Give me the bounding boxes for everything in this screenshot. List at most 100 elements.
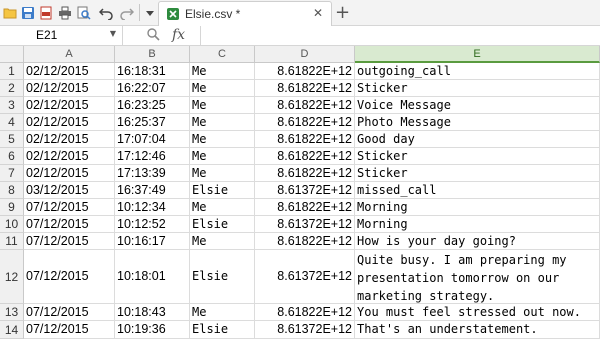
cell-b10[interactable]: 10:12:52 (115, 216, 190, 233)
cell-b3[interactable]: 16:23:25 (115, 97, 190, 114)
cell-e9[interactable]: Morning (355, 199, 600, 216)
cell-d1[interactable]: 8.61822E+12 (255, 63, 355, 80)
row-header[interactable]: 2 (0, 80, 24, 97)
cell-c2[interactable]: Me (190, 80, 255, 97)
cell-c1[interactable]: Me (190, 63, 255, 80)
cell-c11[interactable]: Me (190, 233, 255, 250)
row-header[interactable]: 3 (0, 97, 24, 114)
row-header[interactable]: 10 (0, 216, 24, 233)
cell-e2[interactable]: Sticker (355, 80, 600, 97)
cell-b13[interactable]: 10:18:43 (115, 304, 190, 321)
cell-a13[interactable]: 07/12/2015 (24, 304, 115, 321)
cell-c7[interactable]: Me (190, 165, 255, 182)
cell-d10[interactable]: 8.61372E+12 (255, 216, 355, 233)
cell-b4[interactable]: 16:25:37 (115, 114, 190, 131)
cell-b14[interactable]: 10:19:36 (115, 321, 190, 339)
cell-c6[interactable]: Me (190, 148, 255, 165)
cell-c14[interactable]: Elsie (190, 321, 255, 339)
save-icon[interactable] (20, 5, 35, 20)
column-header-e[interactable]: E (355, 46, 600, 63)
zoom-icon[interactable] (147, 28, 160, 44)
dropdown-icon[interactable] (142, 5, 157, 20)
cell-c4[interactable]: Me (190, 114, 255, 131)
row-header[interactable]: 13 (0, 304, 24, 321)
cell-a2[interactable]: 02/12/2015 (24, 80, 115, 97)
cell-d7[interactable]: 8.61822E+12 (255, 165, 355, 182)
cell-d5[interactable]: 8.61822E+12 (255, 131, 355, 148)
column-header-c[interactable]: C (190, 46, 255, 63)
cell-b12[interactable]: 10:18:01 (115, 250, 190, 304)
row-header[interactable]: 9 (0, 199, 24, 216)
cell-d2[interactable]: 8.61822E+12 (255, 80, 355, 97)
cell-c3[interactable]: Me (190, 97, 255, 114)
cell-a8[interactable]: 03/12/2015 (24, 182, 115, 199)
folder-icon[interactable] (2, 5, 17, 20)
cell-d4[interactable]: 8.61822E+12 (255, 114, 355, 131)
cell-a5[interactable]: 02/12/2015 (24, 131, 115, 148)
redo-icon[interactable] (119, 5, 134, 20)
name-box[interactable]: E21 ▼ (0, 26, 123, 46)
row-header[interactable]: 12 (0, 250, 24, 304)
row-header[interactable]: 11 (0, 233, 24, 250)
cell-c5[interactable]: Me (190, 131, 255, 148)
select-all-corner[interactable] (0, 46, 24, 63)
cell-e1[interactable]: outgoing_call (355, 63, 600, 80)
cell-e11[interactable]: How is your day going? (355, 233, 600, 250)
cell-a12[interactable]: 07/12/2015 (24, 250, 115, 304)
cell-e4[interactable]: Photo Message (355, 114, 600, 131)
cell-e7[interactable]: Sticker (355, 165, 600, 182)
cell-d8[interactable]: 8.61372E+12 (255, 182, 355, 199)
cell-c12[interactable]: Elsie (190, 250, 255, 304)
cell-b11[interactable]: 10:16:17 (115, 233, 190, 250)
row-header[interactable]: 8 (0, 182, 24, 199)
row-header[interactable]: 5 (0, 131, 24, 148)
cell-b5[interactable]: 17:07:04 (115, 131, 190, 148)
cell-a10[interactable]: 07/12/2015 (24, 216, 115, 233)
cell-e5[interactable]: Good day (355, 131, 600, 148)
cell-a9[interactable]: 07/12/2015 (24, 199, 115, 216)
cell-d9[interactable]: 8.61822E+12 (255, 199, 355, 216)
cell-a7[interactable]: 02/12/2015 (24, 165, 115, 182)
cell-b1[interactable]: 16:18:31 (115, 63, 190, 80)
undo-icon[interactable] (98, 5, 113, 20)
column-header-b[interactable]: B (115, 46, 190, 63)
cell-e8[interactable]: missed_call (355, 182, 600, 199)
cell-c8[interactable]: Elsie (190, 182, 255, 199)
row-header[interactable]: 4 (0, 114, 24, 131)
row-header[interactable]: 1 (0, 63, 24, 80)
cell-c9[interactable]: Me (190, 199, 255, 216)
column-header-d[interactable]: D (255, 46, 355, 63)
cell-b2[interactable]: 16:22:07 (115, 80, 190, 97)
export-pdf-icon[interactable] (38, 5, 53, 20)
cell-a11[interactable]: 07/12/2015 (24, 233, 115, 250)
cell-b7[interactable]: 17:13:39 (115, 165, 190, 182)
cell-d14[interactable]: 8.61372E+12 (255, 321, 355, 339)
cell-c13[interactable]: Me (190, 304, 255, 321)
cell-d12[interactable]: 8.61372E+12 (255, 250, 355, 304)
cell-d11[interactable]: 8.61822E+12 (255, 233, 355, 250)
tab-elsie-csv[interactable]: Elsie.csv * ✕ (158, 1, 332, 26)
cell-a6[interactable]: 02/12/2015 (24, 148, 115, 165)
row-header[interactable]: 14 (0, 321, 24, 339)
cell-e6[interactable]: Sticker (355, 148, 600, 165)
cell-d3[interactable]: 8.61822E+12 (255, 97, 355, 114)
cell-a4[interactable]: 02/12/2015 (24, 114, 115, 131)
cell-b8[interactable]: 16:37:49 (115, 182, 190, 199)
row-header[interactable]: 6 (0, 148, 24, 165)
function-icon[interactable]: fx (172, 27, 185, 43)
cell-a3[interactable]: 02/12/2015 (24, 97, 115, 114)
formula-input[interactable] (200, 26, 600, 46)
cell-d13[interactable]: 8.61822E+12 (255, 304, 355, 321)
row-header[interactable]: 7 (0, 165, 24, 182)
cell-e3[interactable]: Voice Message (355, 97, 600, 114)
close-icon[interactable]: ✕ (313, 6, 323, 20)
cell-b9[interactable]: 10:12:34 (115, 199, 190, 216)
add-tab-icon[interactable]: + (335, 2, 350, 23)
cell-e14[interactable]: That's an understatement. (355, 321, 600, 339)
cell-a1[interactable]: 02/12/2015 (24, 63, 115, 80)
cell-a14[interactable]: 07/12/2015 (24, 321, 115, 339)
cell-e13[interactable]: You must feel stressed out now. (355, 304, 600, 321)
print-icon[interactable] (57, 5, 72, 20)
cell-c10[interactable]: Elsie (190, 216, 255, 233)
cell-b6[interactable]: 17:12:46 (115, 148, 190, 165)
